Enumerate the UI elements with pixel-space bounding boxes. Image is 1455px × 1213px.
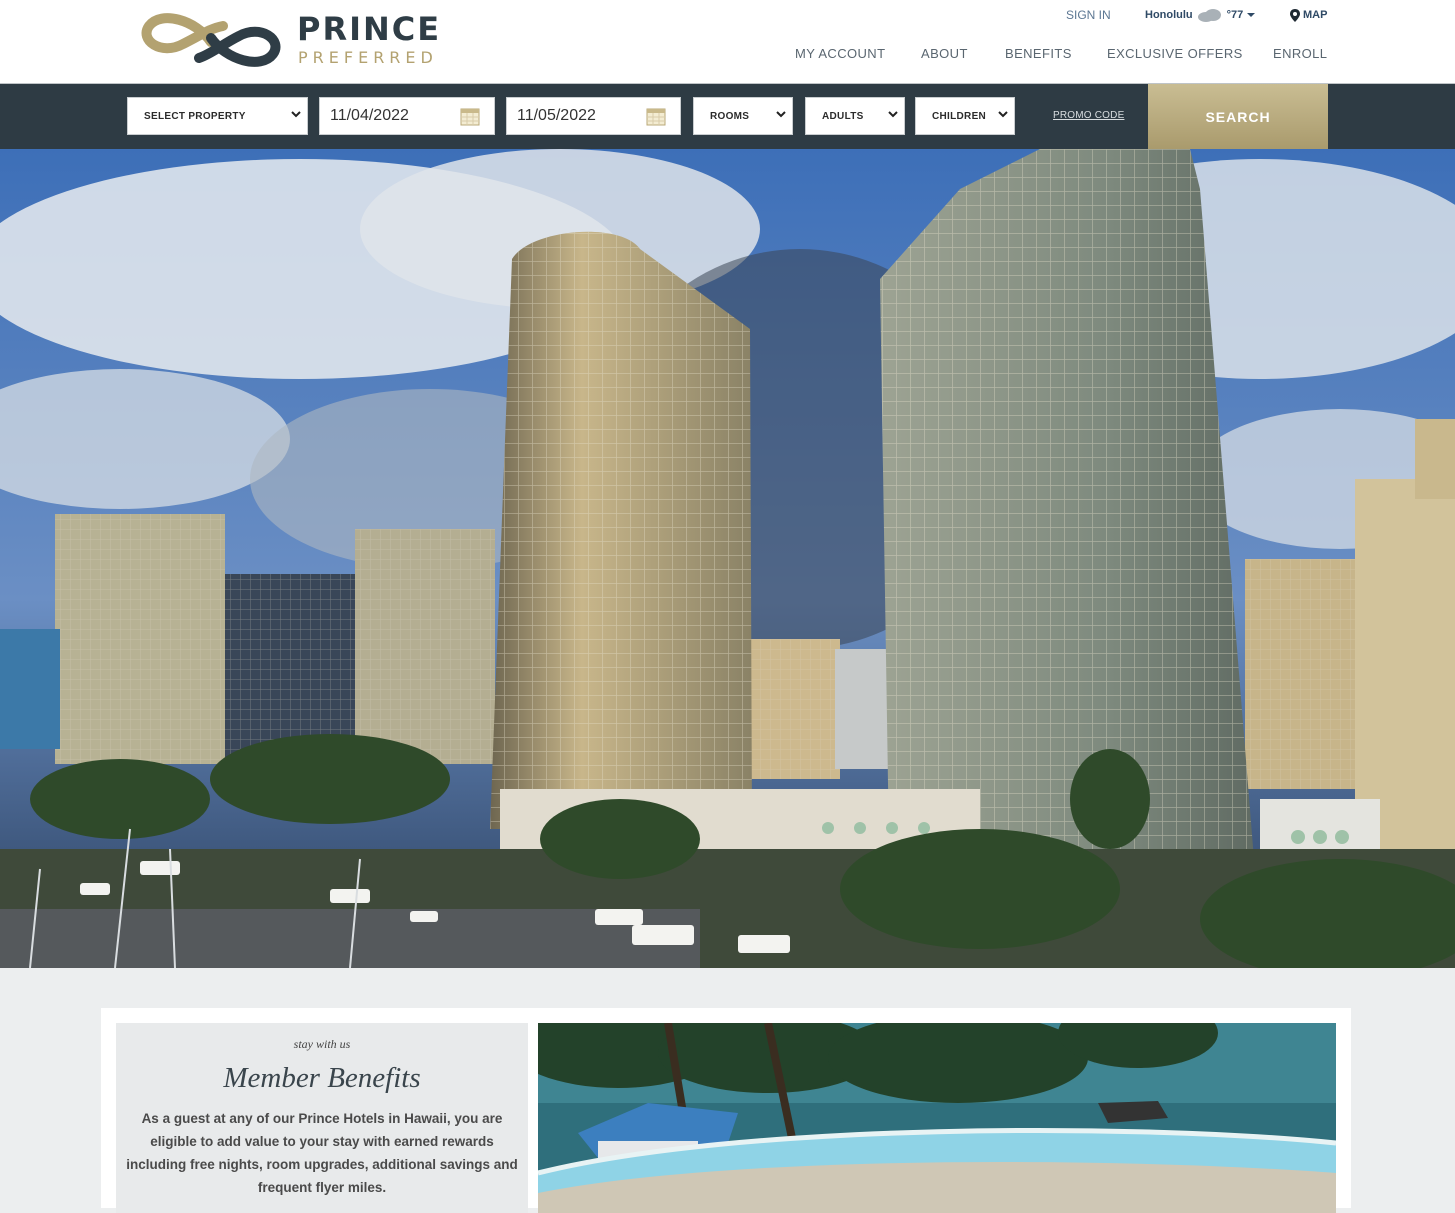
nav-my-account[interactable]: MY ACCOUNT [795, 46, 885, 61]
calendar-icon[interactable] [460, 106, 480, 126]
chevron-down-icon [776, 111, 786, 118]
nav-benefits[interactable]: BENEFITS [1005, 46, 1072, 61]
property-select-value: SELECT PROPERTY [144, 110, 246, 122]
property-select[interactable]: SELECT PROPERTY [127, 97, 308, 135]
rooms-select-value: ROOMS [710, 110, 750, 122]
check-in-date-input[interactable]: 11/04/2022 [319, 97, 495, 135]
logo-wordmark: PRINCE [297, 10, 442, 48]
nav-enroll[interactable]: ENROLL [1273, 46, 1327, 61]
check-out-date-input[interactable]: 11/05/2022 [506, 97, 681, 135]
sign-in-link[interactable]: SIGN IN [1066, 8, 1111, 22]
member-benefits-panel: stay with us Member Benefits As a guest … [116, 1023, 528, 1213]
map-label: MAP [1303, 9, 1328, 21]
nav-about[interactable]: ABOUT [921, 46, 968, 61]
chevron-down-icon [1247, 13, 1256, 17]
check-out-value: 11/05/2022 [517, 107, 596, 124]
pool-photo [538, 1023, 1336, 1213]
site-header: PRINCE PREFERRED SIGN IN Honolulu °77 MA… [0, 0, 1455, 83]
weather-widget[interactable]: Honolulu °77 [1145, 8, 1256, 22]
benefits-title: Member Benefits [223, 1062, 421, 1094]
prince-preferred-logo[interactable]: PRINCE PREFERRED [141, 8, 441, 72]
children-select-value: CHILDREN [932, 110, 987, 122]
cloud-icon [1197, 9, 1221, 22]
adults-select[interactable]: ADULTS [805, 97, 905, 135]
benefits-body: As a guest at any of our Prince Hotels i… [126, 1111, 518, 1195]
map-pin-icon [1290, 8, 1300, 22]
nav-exclusive-offers[interactable]: EXCLUSIVE OFFERS [1107, 46, 1243, 61]
check-in-value: 11/04/2022 [330, 107, 409, 124]
infinity-logo-icon [141, 13, 281, 67]
member-benefits-section: stay with us Member Benefits As a guest … [101, 1008, 1351, 1213]
hero-image-hotel-towers [0, 149, 1455, 968]
benefits-eyebrow: stay with us [293, 1037, 351, 1051]
chevron-down-icon [888, 111, 898, 118]
chevron-down-icon [291, 111, 301, 118]
booking-bar: SELECT PROPERTY 11/04/2022 11/05/2022 RO… [0, 83, 1455, 150]
calendar-icon[interactable] [646, 106, 666, 126]
map-link[interactable]: MAP [1290, 8, 1327, 22]
weather-temperature: °77 [1226, 9, 1244, 21]
children-select[interactable]: CHILDREN [915, 97, 1015, 135]
promo-code-link[interactable]: PROMO CODE [1053, 110, 1124, 121]
rooms-select[interactable]: ROOMS [693, 97, 793, 135]
logo-subline: PREFERRED [298, 48, 438, 67]
weather-city: Honolulu [1145, 9, 1193, 21]
search-button[interactable]: SEARCH [1148, 84, 1328, 150]
chevron-down-icon [998, 111, 1008, 118]
adults-select-value: ADULTS [822, 110, 864, 122]
hero-illustration [0, 149, 1455, 968]
pool-illustration [538, 1023, 1336, 1213]
